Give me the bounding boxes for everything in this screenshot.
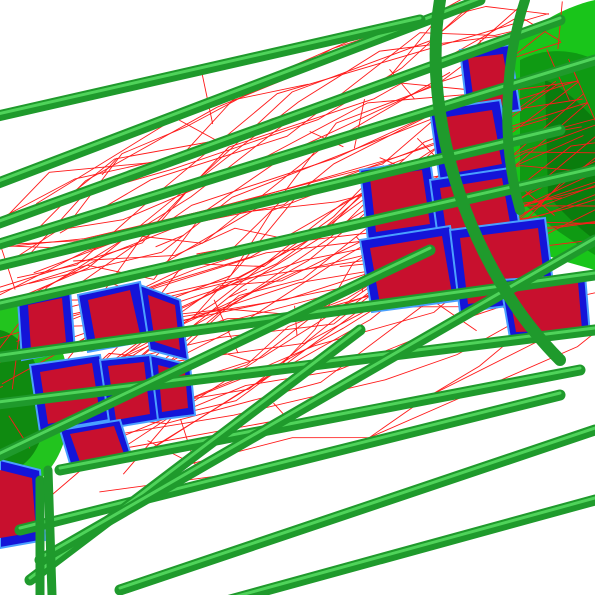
detector-geometry-view	[0, 0, 595, 595]
support-rod	[43, 465, 57, 595]
